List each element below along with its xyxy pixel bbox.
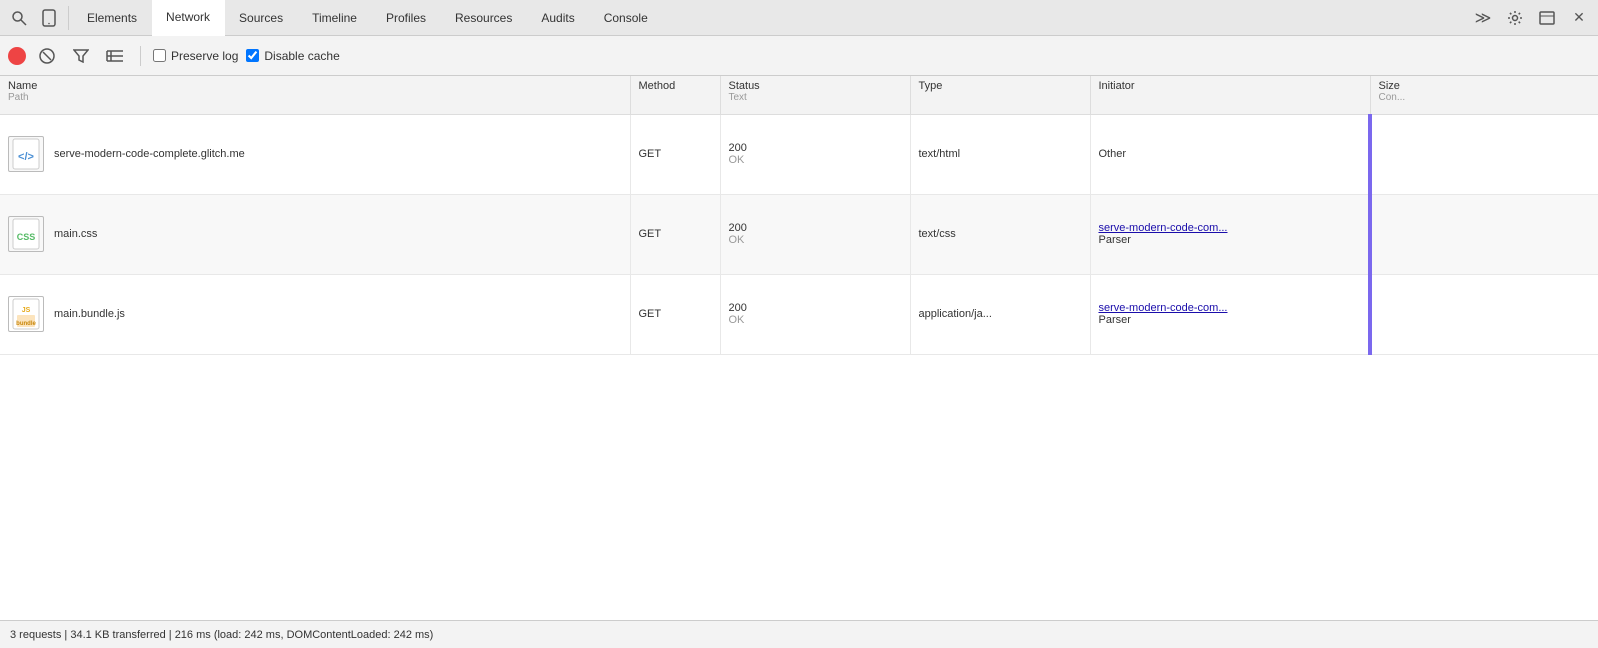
- row-2-size-cell: [1370, 194, 1598, 274]
- row-2-type-cell: text/css: [910, 194, 1090, 274]
- nav-right-icons: ≫ ✕: [1468, 3, 1594, 33]
- col-header-method[interactable]: Method: [630, 76, 720, 114]
- row-1-status-cell: 200 OK: [720, 114, 910, 194]
- list-view-button[interactable]: [102, 43, 128, 69]
- row-1-type-cell: text/html: [910, 114, 1090, 194]
- svg-text:CSS: CSS: [17, 232, 36, 242]
- close-icon-button[interactable]: ✕: [1564, 3, 1594, 33]
- network-table: Name Path Method Status Text Type Initia…: [0, 76, 1598, 355]
- row-3-name-cell: JS bundle main.bundle.js: [0, 274, 630, 354]
- preserve-log-label[interactable]: Preserve log: [153, 49, 238, 63]
- nav-separator: [68, 6, 69, 30]
- disable-cache-checkbox[interactable]: [246, 49, 259, 62]
- table-row[interactable]: </> serve-modern-code-complete.glitch.me…: [0, 114, 1598, 194]
- row-3-size-cell: [1370, 274, 1598, 354]
- col-header-initiator[interactable]: Initiator: [1090, 76, 1370, 114]
- tab-resources[interactable]: Resources: [441, 0, 527, 36]
- row-2-name-cell: CSS main.css: [0, 194, 630, 274]
- table-row[interactable]: CSS main.css GET 200 OK text/css serve-m…: [0, 194, 1598, 274]
- execute-icon-button[interactable]: ≫: [1468, 3, 1498, 33]
- row-3-initiator-cell: serve-modern-code-com... Parser: [1090, 274, 1370, 354]
- record-button[interactable]: [8, 47, 26, 65]
- col-header-type[interactable]: Type: [910, 76, 1090, 114]
- table-header-row: Name Path Method Status Text Type Initia…: [0, 76, 1598, 114]
- row-1-file-icon: </>: [8, 136, 44, 172]
- row-1-name-content: </> serve-modern-code-complete.glitch.me: [8, 136, 622, 172]
- row-2-name-content: CSS main.css: [8, 216, 622, 252]
- col-header-size[interactable]: Size Con...: [1370, 76, 1598, 114]
- clear-button[interactable]: [34, 43, 60, 69]
- status-bar: 3 requests | 34.1 KB transferred | 216 m…: [0, 620, 1598, 648]
- row-3-name-content: JS bundle main.bundle.js: [8, 296, 622, 332]
- row-3-type-cell: application/ja...: [910, 274, 1090, 354]
- row-1-filename: serve-modern-code-complete.glitch.me: [54, 148, 245, 160]
- svg-text:</>: </>: [18, 151, 34, 163]
- search-icon-button[interactable]: [4, 3, 34, 33]
- row-3-file-icon: JS bundle: [8, 296, 44, 332]
- row-2-status-cell: 200 OK: [720, 194, 910, 274]
- row-3-method-cell: GET: [630, 274, 720, 354]
- network-toolbar: Preserve log Disable cache: [0, 36, 1598, 76]
- row-1-name-cell: </> serve-modern-code-complete.glitch.me: [0, 114, 630, 194]
- status-bar-text: 3 requests | 34.1 KB transferred | 216 m…: [10, 629, 433, 641]
- row-1-size-cell: [1370, 114, 1598, 194]
- settings-icon-button[interactable]: [1500, 3, 1530, 33]
- disable-cache-label[interactable]: Disable cache: [246, 49, 339, 63]
- toolbar-separator-1: [140, 46, 141, 66]
- preserve-log-checkbox[interactable]: [153, 49, 166, 62]
- tab-timeline[interactable]: Timeline: [298, 0, 372, 36]
- tab-elements[interactable]: Elements: [73, 0, 152, 36]
- dock-icon-button[interactable]: [1532, 3, 1562, 33]
- row-2-initiator-cell: serve-modern-code-com... Parser: [1090, 194, 1370, 274]
- row-2-file-icon: CSS: [8, 216, 44, 252]
- row-3-status-cell: 200 OK: [720, 274, 910, 354]
- row-1-initiator-cell: Other: [1090, 114, 1370, 194]
- col-header-name[interactable]: Name Path: [0, 76, 630, 114]
- tab-console[interactable]: Console: [590, 0, 663, 36]
- row-2-method-cell: GET: [630, 194, 720, 274]
- tab-sources[interactable]: Sources: [225, 0, 298, 36]
- filter-button[interactable]: [68, 43, 94, 69]
- col-header-status[interactable]: Status Text: [720, 76, 910, 114]
- tab-audits[interactable]: Audits: [527, 0, 589, 36]
- row-2-filename: main.css: [54, 228, 97, 240]
- svg-text:JS: JS: [22, 307, 31, 314]
- tab-profiles[interactable]: Profiles: [372, 0, 441, 36]
- network-table-container: Name Path Method Status Text Type Initia…: [0, 76, 1598, 620]
- mobile-icon-button[interactable]: [34, 3, 64, 33]
- row-1-method-cell: GET: [630, 114, 720, 194]
- table-row[interactable]: JS bundle main.bundle.js GET 200 OK: [0, 274, 1598, 354]
- top-nav-bar: Elements Network Sources Timeline Profil…: [0, 0, 1598, 36]
- row-3-filename: main.bundle.js: [54, 308, 125, 320]
- tab-network[interactable]: Network: [152, 0, 225, 36]
- svg-text:bundle: bundle: [16, 321, 36, 327]
